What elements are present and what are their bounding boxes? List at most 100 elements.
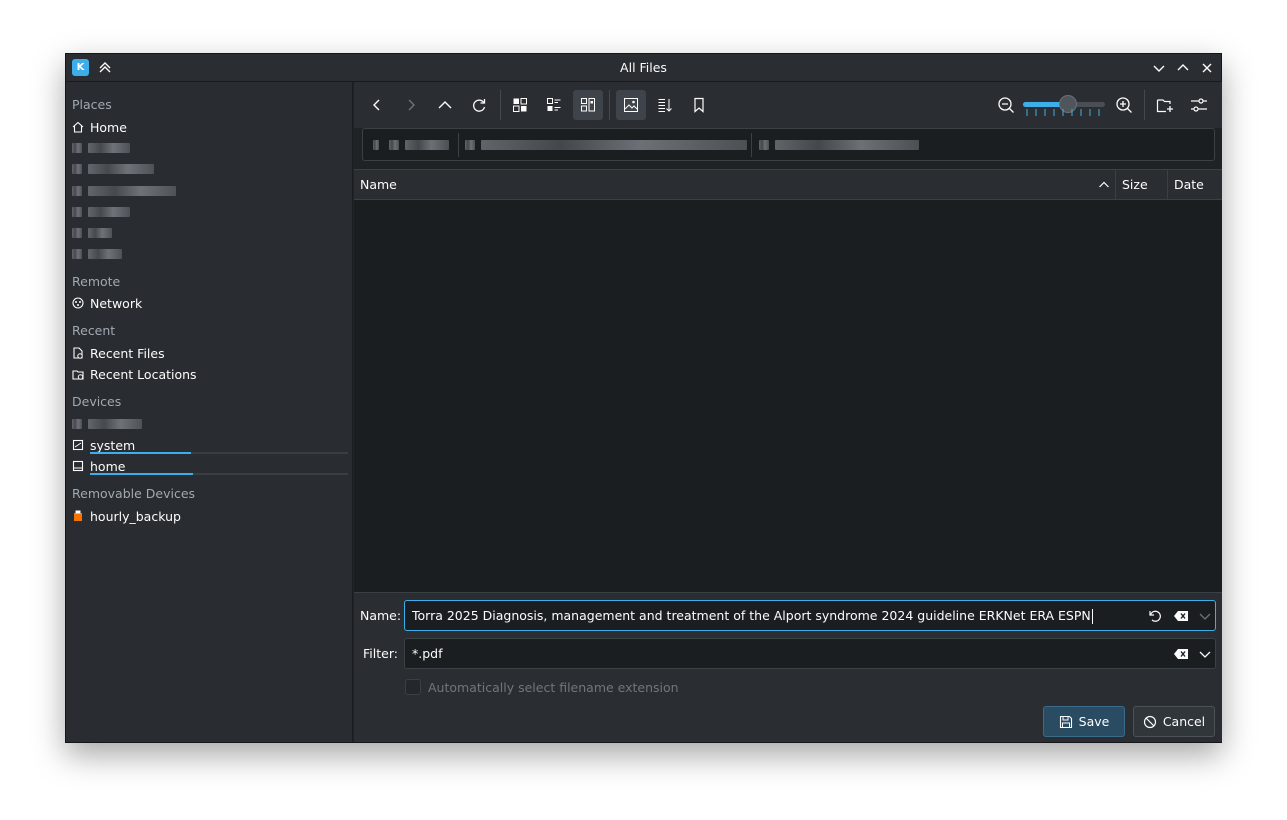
breadcrumb-redacted-1[interactable] bbox=[373, 140, 449, 150]
forward-arrow-icon bbox=[408, 99, 415, 111]
drive-icon bbox=[72, 439, 84, 451]
network-icon bbox=[72, 297, 84, 309]
file-list-header: Name Size Date bbox=[354, 169, 1222, 200]
section-recent: Recent bbox=[72, 323, 116, 338]
sort-ascending-icon bbox=[1099, 181, 1109, 188]
auto-extension-checkbox[interactable] bbox=[405, 679, 421, 695]
sidebar-item-label: Recent Files bbox=[90, 345, 165, 361]
column-date[interactable]: Date bbox=[1168, 170, 1222, 200]
sidebar-item-home[interactable]: Home bbox=[72, 117, 127, 137]
section-removable: Removable Devices bbox=[72, 486, 196, 501]
save-label: Save bbox=[1078, 714, 1110, 729]
sidebar-item-label: hourly_backup bbox=[90, 508, 181, 524]
column-size[interactable]: Size bbox=[1116, 170, 1166, 200]
system-capacity-bar bbox=[90, 452, 348, 454]
section-devices: Devices bbox=[72, 394, 122, 409]
window-title: All Files bbox=[620, 60, 667, 75]
file-dialog-window: K All Files Places Home Remote Network R… bbox=[65, 53, 1222, 743]
section-places: Places bbox=[72, 97, 112, 112]
bookmark-icon bbox=[694, 97, 704, 113]
sort-icon bbox=[658, 99, 672, 112]
breadcrumb-redacted-2[interactable] bbox=[465, 140, 747, 150]
recent-files-icon bbox=[73, 347, 83, 359]
chevron-down-icon[interactable] bbox=[1197, 646, 1213, 662]
preview-view-button[interactable] bbox=[573, 90, 603, 120]
zoom-in-icon bbox=[1116, 97, 1132, 113]
detailed-view-button[interactable] bbox=[539, 90, 569, 120]
filename-input[interactable]: Torra 2025 Diagnosis, management and tre… bbox=[404, 600, 1216, 631]
toolbar bbox=[354, 82, 1222, 128]
reload-icon bbox=[473, 99, 486, 112]
minimize-icon[interactable] bbox=[1150, 59, 1168, 77]
cancel-label: Cancel bbox=[1162, 714, 1206, 729]
column-name[interactable]: Name bbox=[354, 170, 1114, 200]
sort-button[interactable] bbox=[650, 90, 680, 120]
sidebar-item-redacted-3[interactable] bbox=[72, 181, 176, 201]
sidebar-item-redacted-device[interactable] bbox=[72, 414, 142, 434]
new-folder-icon bbox=[1156, 99, 1173, 113]
back-button[interactable] bbox=[362, 90, 392, 120]
save-button[interactable]: Save bbox=[1043, 706, 1125, 737]
undo-icon[interactable] bbox=[1147, 608, 1163, 624]
sidebar-item-label: Home bbox=[90, 119, 127, 135]
zoom-slider[interactable] bbox=[1021, 95, 1107, 121]
name-label: Name: bbox=[360, 608, 402, 623]
filter-value: *.pdf bbox=[412, 646, 443, 661]
save-icon bbox=[1059, 715, 1072, 728]
auto-extension-label: Automatically select filename extension bbox=[428, 680, 679, 695]
filename-value: Torra 2025 Diagnosis, management and tre… bbox=[412, 608, 1091, 623]
settings-sliders-icon bbox=[1191, 98, 1207, 112]
breadcrumb[interactable] bbox=[362, 128, 1215, 161]
image-preview-icon bbox=[624, 98, 638, 112]
icons-view-icon bbox=[513, 98, 527, 112]
zoom-out-icon bbox=[998, 97, 1014, 113]
file-list[interactable] bbox=[354, 200, 1222, 592]
sidebar-item-redacted-5[interactable] bbox=[72, 223, 112, 243]
zoom-ticks bbox=[1026, 109, 1100, 116]
sidebar-item-network[interactable]: Network bbox=[72, 293, 142, 313]
cancel-icon bbox=[1143, 715, 1156, 728]
drive-icon bbox=[72, 460, 84, 472]
breadcrumb-redacted-3[interactable] bbox=[759, 140, 919, 150]
zoom-in-button[interactable] bbox=[1109, 90, 1139, 120]
zoom-out-button[interactable] bbox=[991, 90, 1021, 120]
icons-view-button[interactable] bbox=[505, 90, 535, 120]
sidebar-item-label: Recent Locations bbox=[90, 366, 197, 382]
section-remote: Remote bbox=[72, 274, 121, 289]
forward-button[interactable] bbox=[396, 90, 426, 120]
dialog-form: Name: Torra 2025 Diagnosis, management a… bbox=[354, 592, 1222, 742]
split-view-icon bbox=[581, 98, 595, 112]
sidebar-item-hourly-backup[interactable]: hourly_backup bbox=[72, 506, 181, 526]
home-capacity-bar bbox=[90, 473, 348, 475]
close-icon[interactable] bbox=[1198, 59, 1216, 77]
main-pane: Name Size Date Name: Torra 2025 Diagnosi… bbox=[354, 82, 1222, 742]
cancel-button[interactable]: Cancel bbox=[1133, 706, 1215, 737]
maximize-icon[interactable] bbox=[1174, 59, 1192, 77]
filter-label: Filter: bbox=[363, 646, 398, 661]
sidebar-item-recent-files[interactable]: Recent Files bbox=[72, 343, 165, 363]
sidebar-item-label: system bbox=[90, 437, 136, 453]
detailed-view-icon bbox=[547, 98, 561, 111]
clear-text-icon[interactable] bbox=[1173, 646, 1189, 662]
clear-text-icon[interactable] bbox=[1173, 608, 1189, 624]
up-arrow-icon bbox=[438, 101, 452, 109]
sidebar-item-redacted-1[interactable] bbox=[72, 138, 130, 158]
bookmark-button[interactable] bbox=[684, 90, 714, 120]
chevron-down-icon[interactable] bbox=[1197, 608, 1213, 624]
back-arrow-icon bbox=[373, 99, 380, 111]
options-button[interactable] bbox=[1184, 90, 1214, 120]
sidebar-item-redacted-6[interactable] bbox=[72, 244, 122, 264]
sidebar-item-recent-locations[interactable]: Recent Locations bbox=[72, 364, 197, 384]
up-button[interactable] bbox=[430, 90, 460, 120]
sidebar-item-redacted-4[interactable] bbox=[72, 202, 130, 222]
reload-button[interactable] bbox=[464, 90, 494, 120]
title-bar: K All Files bbox=[66, 54, 1221, 82]
sidebar-item-label: Network bbox=[90, 295, 143, 311]
filter-combobox[interactable]: *.pdf bbox=[404, 638, 1216, 669]
show-preview-button[interactable] bbox=[616, 90, 646, 120]
new-folder-button[interactable] bbox=[1150, 90, 1180, 120]
sidebar-item-redacted-2[interactable] bbox=[72, 159, 154, 179]
recent-locations-icon bbox=[72, 370, 84, 380]
usb-drive-icon bbox=[74, 510, 82, 521]
home-icon bbox=[72, 121, 84, 133]
